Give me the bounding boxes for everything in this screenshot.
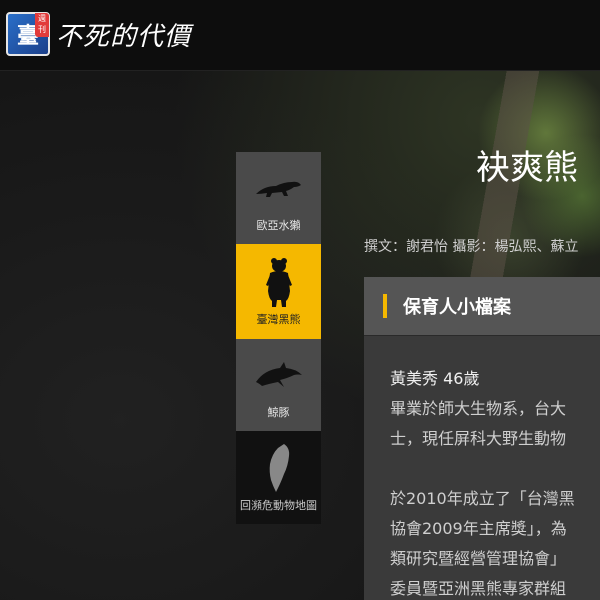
nav-item-otter[interactable]: 歐亞水獺 xyxy=(236,152,321,244)
nav-item-label: 臺灣黑熊 xyxy=(256,312,301,326)
card-accent-bar xyxy=(383,294,387,318)
dolphin-icon xyxy=(254,350,304,400)
logo-subtitle: 週刊 xyxy=(35,13,49,37)
profile-line: 士，現任屏科大野生動物 xyxy=(390,429,567,448)
nav-item-bear[interactable]: 臺灣黑熊 xyxy=(236,244,321,339)
bear-icon xyxy=(264,257,294,307)
profile-line: 類研究暨經營管理協會」 xyxy=(390,549,567,568)
profile-line: 委員暨亞洲黑熊專家群組 xyxy=(390,579,567,598)
nav-item-label: 回瀕危動物地圖 xyxy=(240,498,317,512)
card-body: 黃美秀 46歲 畢業於師大生物系，台大 士，現任屏科大野生動物 於2010年成立… xyxy=(364,336,600,600)
profile-line: 畢業於師大生物系，台大 xyxy=(390,399,567,418)
profile-card: 保育人小檔案 黃美秀 46歲 畢業於師大生物系，台大 士，現任屏科大野生動物 於… xyxy=(364,277,600,600)
profile-name: 黃美秀 46歲 xyxy=(390,369,480,388)
taiwan-map-icon xyxy=(264,443,294,493)
otter-icon xyxy=(254,163,304,213)
profile-line: 協會2009年主席獎」，為 xyxy=(390,519,567,538)
card-title: 保育人小檔案 xyxy=(403,297,511,318)
nav-item-label: 鯨豚 xyxy=(267,406,290,419)
site-logo[interactable]: 臺 週刊 xyxy=(6,12,50,56)
animal-sidenav: 歐亞水獺 臺灣黑熊 鯨豚 回瀕危動物地圖 xyxy=(236,152,321,524)
nav-item-map[interactable]: 回瀕危動物地圖 xyxy=(236,431,321,524)
profile-line: 於2010年成立了「台灣黑 xyxy=(390,489,575,508)
site-title[interactable]: 不死的代價 xyxy=(56,16,191,53)
nav-item-dolphin[interactable]: 鯨豚 xyxy=(236,339,321,431)
article-title: 袂爽熊 xyxy=(476,148,578,188)
site-header: 臺 週刊 不死的代價 xyxy=(0,0,600,71)
nav-item-label: 歐亞水獺 xyxy=(256,219,301,232)
card-header: 保育人小檔案 xyxy=(364,277,600,336)
article-byline: 撰文：謝君怡 攝影：楊弘熙、蘇立 xyxy=(364,239,579,255)
